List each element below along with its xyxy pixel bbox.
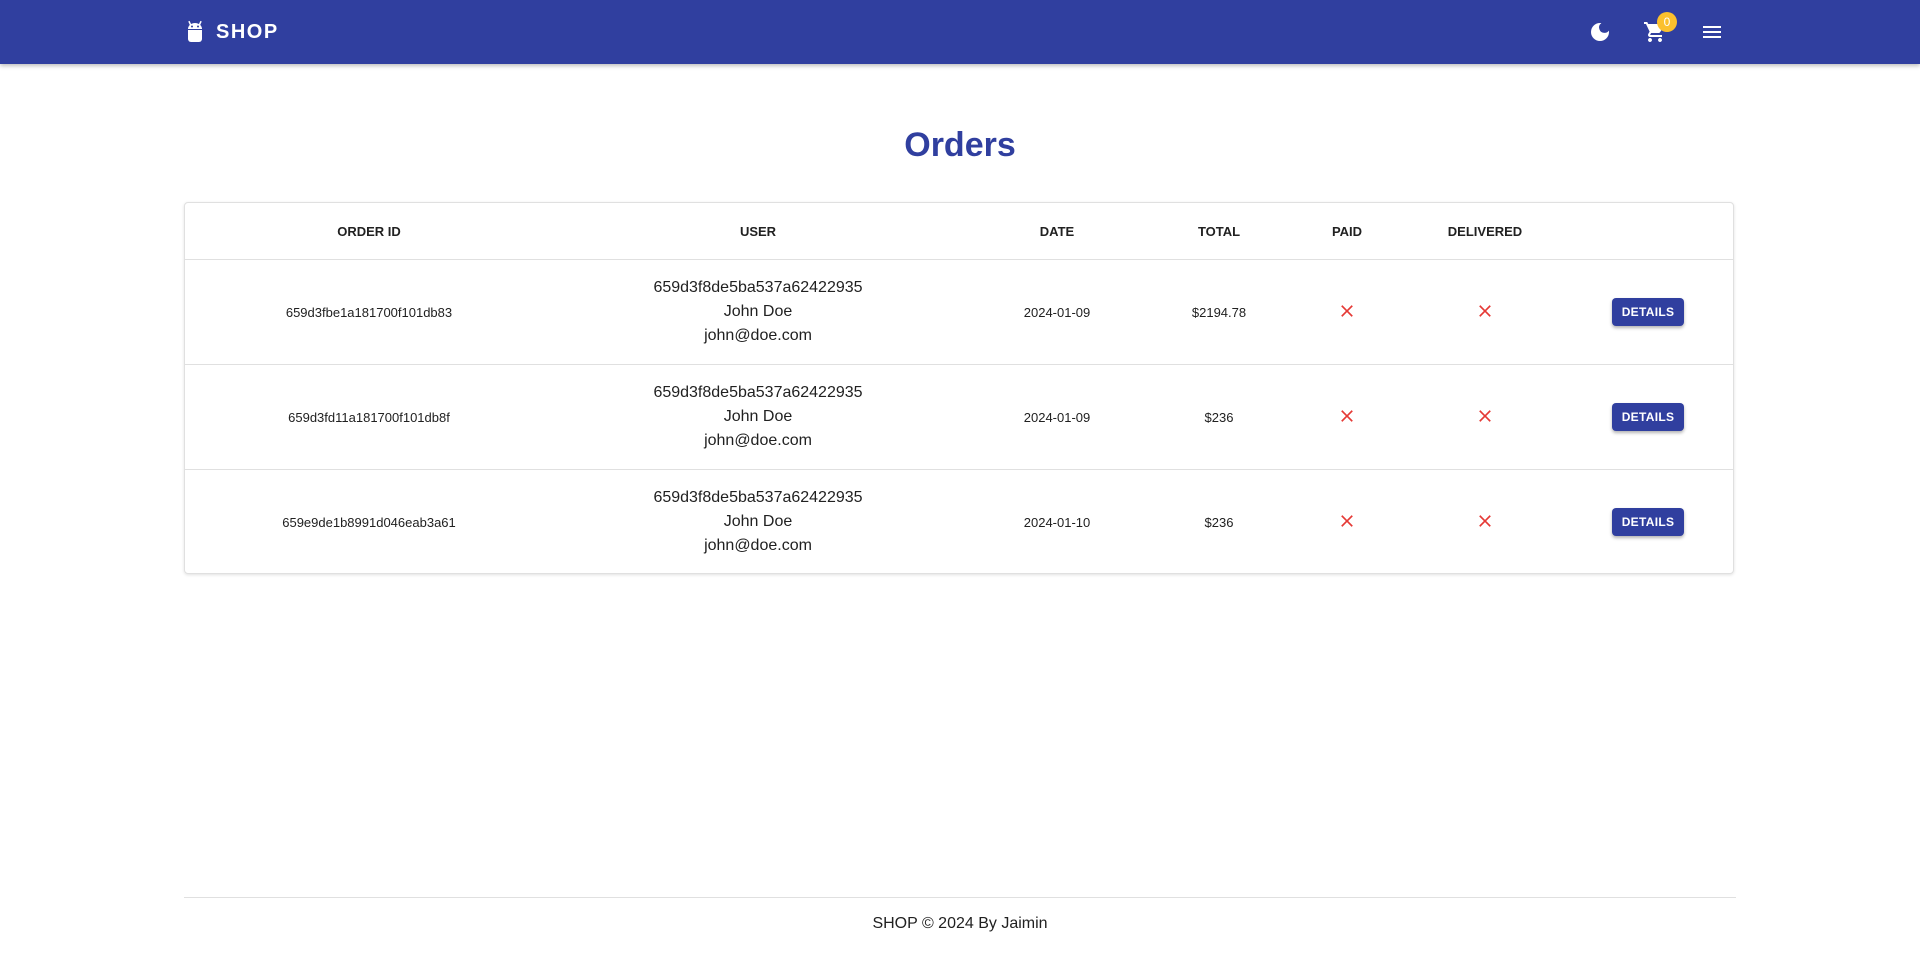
total-cell: $2194.78 (1151, 259, 1287, 365)
user-email: john@doe.com (704, 537, 812, 554)
table-row: 659d3fd11a181700f101db8f 659d3f8de5ba537… (185, 364, 1733, 470)
column-header-actions (1563, 203, 1733, 260)
actions-cell: DETAILS (1563, 364, 1733, 470)
close-icon (1341, 409, 1353, 422)
dark-mode-icon (1591, 23, 1609, 41)
delivered-cell (1407, 259, 1563, 365)
user-email: john@doe.com (704, 432, 812, 449)
date-cell: 2024-01-09 (963, 259, 1151, 365)
app-bar: SHOP 0 (0, 0, 1920, 64)
order-id-cell: 659e9de1b8991d046eab3a61 (282, 514, 456, 530)
table-row: 659e9de1b8991d046eab3a61 659d3f8de5ba537… (185, 470, 1733, 575)
date-cell: 2024-01-09 (963, 364, 1151, 470)
user-cell: 659d3f8de5ba537a62422935 John Doe john@d… (553, 470, 963, 575)
paid-cell (1287, 259, 1407, 365)
menu-button[interactable] (1692, 12, 1732, 52)
orders-table: ORDER ID USER DATE TOTAL PAID DELIVERED … (185, 203, 1733, 574)
column-header-delivered: DELIVERED (1407, 203, 1563, 260)
user-name: John Doe (723, 303, 793, 320)
cart-button[interactable]: 0 (1635, 12, 1677, 52)
user-name: John Doe (723, 513, 793, 530)
user-cell: 659d3f8de5ba537a62422935 John Doe john@d… (553, 364, 963, 470)
details-button[interactable]: DETAILS (1611, 298, 1685, 326)
close-icon (1341, 514, 1353, 527)
actions-cell: DETAILS (1563, 259, 1733, 365)
details-button[interactable]: DETAILS (1611, 508, 1685, 536)
user-id: 659d3f8de5ba537a62422935 (653, 384, 863, 401)
brand-link[interactable]: SHOP (184, 0, 279, 64)
total-cell: $236 (1151, 364, 1287, 470)
theme-toggle-button[interactable] (1580, 12, 1620, 52)
paid-cell (1287, 470, 1407, 575)
column-header-date: DATE (963, 203, 1151, 260)
menu-icon (1703, 26, 1721, 38)
delivered-cell (1407, 364, 1563, 470)
brand-name: SHOP (216, 20, 279, 43)
close-icon (1341, 304, 1353, 317)
orders-table-container: ORDER ID USER DATE TOTAL PAID DELIVERED … (184, 202, 1734, 574)
cart-count-badge: 0 (1657, 12, 1677, 32)
user-id: 659d3f8de5ba537a62422935 (653, 489, 863, 506)
footer-text: SHOP © 2024 By Jaimin (872, 915, 1048, 932)
column-header-paid: PAID (1287, 203, 1407, 260)
column-header-user: USER (553, 203, 963, 260)
details-button[interactable]: DETAILS (1611, 403, 1685, 431)
user-name: John Doe (723, 408, 793, 425)
actions-cell: DETAILS (1563, 470, 1733, 575)
delivered-cell (1407, 470, 1563, 575)
android-icon (188, 20, 202, 42)
close-icon (1479, 409, 1491, 422)
column-header-total: TOTAL (1151, 203, 1287, 260)
user-cell: 659d3f8de5ba537a62422935 John Doe john@d… (553, 259, 963, 365)
date-cell: 2024-01-10 (1023, 514, 1091, 530)
order-id-cell: 659d3fbe1a181700f101db83 (185, 259, 553, 365)
column-header-order-id: ORDER ID (185, 203, 553, 260)
page-title: Orders (904, 126, 1016, 164)
table-row: 659d3fbe1a181700f101db83 659d3f8de5ba537… (185, 259, 1733, 365)
close-icon (1479, 304, 1491, 317)
user-email: john@doe.com (704, 327, 812, 344)
total-cell: $236 (1204, 514, 1234, 530)
order-id-cell: 659d3fd11a181700f101db8f (185, 364, 553, 470)
table-header-row: ORDER ID USER DATE TOTAL PAID DELIVERED (185, 203, 1733, 260)
close-icon (1479, 514, 1491, 527)
paid-cell (1287, 364, 1407, 470)
footer-divider (184, 897, 1736, 898)
user-id: 659d3f8de5ba537a62422935 (653, 279, 863, 296)
